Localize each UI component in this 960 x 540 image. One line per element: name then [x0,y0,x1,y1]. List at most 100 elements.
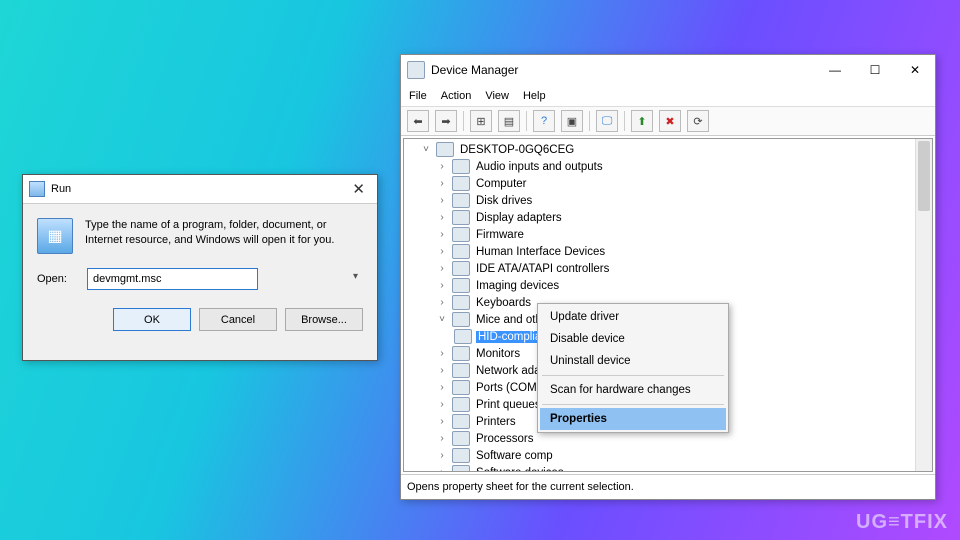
expand-icon[interactable]: › [436,263,448,274]
expand-icon[interactable]: › [436,399,448,410]
tree-category[interactable]: ›Imaging devices [406,277,930,294]
menu-view[interactable]: View [485,90,509,102]
tree-scrollbar[interactable] [915,139,932,471]
toolbar-sep [624,111,625,131]
open-input[interactable] [87,268,258,290]
run-description: Type the name of a program, folder, docu… [85,218,363,254]
expand-icon[interactable]: › [436,195,448,206]
expand-icon[interactable]: › [436,382,448,393]
monitor-toolbar-icon[interactable]: 🖵 [596,110,618,132]
device-category-icon [452,295,470,310]
device-category-icon [452,380,470,395]
tree-category[interactable]: ›Firmware [406,226,930,243]
status-bar: Opens property sheet for the current sel… [401,474,935,499]
device-category-icon [452,261,470,276]
ctx-sep [542,404,724,405]
add-hardware-icon[interactable]: ⬆ [631,110,653,132]
device-category-icon [452,278,470,293]
device-category-icon [452,244,470,259]
run-icon-small [29,181,45,197]
expand-icon[interactable]: › [436,433,448,444]
menu-file[interactable]: File [409,90,427,102]
ctx-update-driver[interactable]: Update driver [540,306,726,328]
computer-root-icon [436,142,454,157]
scan-toolbar-icon[interactable]: ▣ [561,110,583,132]
tree-category[interactable]: ›Human Interface Devices [406,243,930,260]
expand-icon[interactable]: › [436,280,448,291]
tree-category[interactable]: ›Computer [406,175,930,192]
run-program-icon: ▦ [37,218,73,254]
toolbar-sep [463,111,464,131]
device-category-icon [452,448,470,463]
minimize-icon[interactable]: — [815,56,855,84]
expand-icon[interactable]: › [436,161,448,172]
help-toolbar-icon[interactable]: ? [533,110,555,132]
dm-toolbar: ⬅ ➡ ⊞ ▤ ? ▣ 🖵 ⬆ ✖ ⟳ [401,107,935,136]
maximize-icon[interactable]: ☐ [855,56,895,84]
close-icon[interactable]: ✕ [895,56,935,84]
tree-category[interactable]: ›Display adapters [406,209,930,226]
device-category-icon [452,465,470,472]
browse-button[interactable]: Browse... [285,308,363,331]
device-manager-window: Device Manager — ☐ ✕ File Action View He… [400,54,936,500]
collapse-icon[interactable]: ˅ [420,144,432,155]
tree-category[interactable]: ›Software comp [406,447,930,464]
expand-icon[interactable]: › [436,365,448,376]
ctx-properties[interactable]: Properties [540,408,726,430]
device-category-icon [452,159,470,174]
uninstall-toolbar-icon[interactable]: ✖ [659,110,681,132]
run-buttons: OK Cancel Browse... [23,302,377,343]
device-category-icon [452,210,470,225]
expand-icon[interactable]: › [436,229,448,240]
open-label: Open: [37,273,77,285]
device-category-icon [452,346,470,361]
show-hidden-icon[interactable]: ⊞ [470,110,492,132]
expand-icon[interactable]: › [436,297,448,308]
open-combobox[interactable] [87,268,363,290]
update-toolbar-icon[interactable]: ⟳ [687,110,709,132]
expand-icon[interactable]: › [436,467,448,472]
run-body: ▦ Type the name of a program, folder, do… [23,204,377,262]
properties-toolbar-icon[interactable]: ▤ [498,110,520,132]
scrollbar-thumb[interactable] [918,141,930,211]
forward-icon[interactable]: ➡ [435,110,457,132]
toolbar-sep [589,111,590,131]
expand-icon[interactable]: › [436,416,448,427]
tree-category[interactable]: ›Audio inputs and outputs [406,158,930,175]
expand-icon[interactable]: › [436,450,448,461]
ctx-uninstall-device[interactable]: Uninstall device [540,350,726,372]
context-menu: Update driver Disable device Uninstall d… [537,303,729,433]
dm-title-text: Device Manager [431,63,815,77]
expand-icon[interactable]: › [436,178,448,189]
expand-icon[interactable]: › [436,212,448,223]
device-category-icon [452,414,470,429]
ctx-scan-hardware[interactable]: Scan for hardware changes [540,379,726,401]
ctx-disable-device[interactable]: Disable device [540,328,726,350]
device-category-icon [452,397,470,412]
cancel-button[interactable]: Cancel [199,308,277,331]
tree-category[interactable]: ›Software devices [406,464,930,472]
run-title-text: Run [51,183,346,195]
tree-category[interactable]: ›Disk drives [406,192,930,209]
dm-menubar: File Action View Help [401,85,935,107]
tree-category[interactable]: ›IDE ATA/ATAPI controllers [406,260,930,277]
menu-action[interactable]: Action [441,90,472,102]
device-category-icon [452,176,470,191]
mouse-category-icon [452,312,470,327]
menu-help[interactable]: Help [523,90,546,102]
device-category-icon [452,363,470,378]
mouse-icon [454,329,472,344]
expand-icon[interactable]: › [436,348,448,359]
tree-root[interactable]: ˅DESKTOP-0GQ6CEG [406,141,930,158]
collapse-icon[interactable]: ˅ [436,314,448,325]
ok-button[interactable]: OK [113,308,191,331]
back-icon[interactable]: ⬅ [407,110,429,132]
dm-titlebar[interactable]: Device Manager — ☐ ✕ [401,55,935,85]
run-dialog: Run ✕ ▦ Type the name of a program, fold… [22,174,378,361]
close-icon[interactable]: ✕ [346,180,371,198]
run-titlebar[interactable]: Run ✕ [23,175,377,204]
device-manager-icon [407,61,425,79]
device-category-icon [452,227,470,242]
expand-icon[interactable]: › [436,246,448,257]
run-open-row: Open: [23,262,377,302]
